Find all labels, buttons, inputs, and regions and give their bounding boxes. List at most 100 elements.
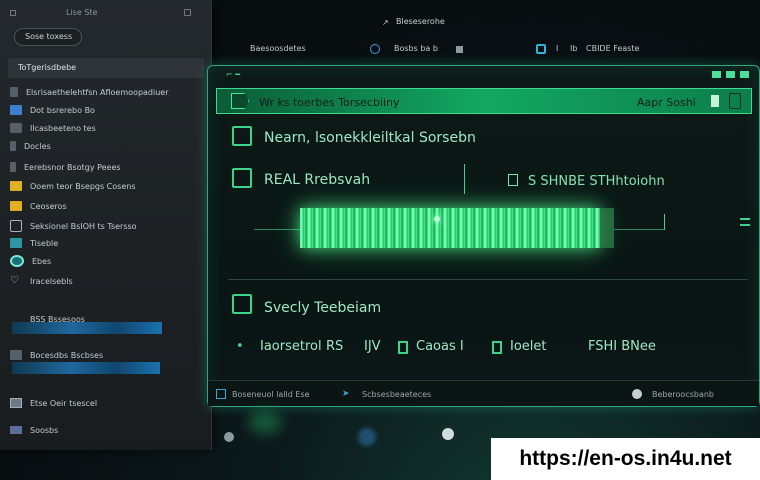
header-bar: Wr ks toerbes Torsecbiiny Aapr Soshi	[216, 88, 752, 114]
toggle-indicator[interactable]	[711, 95, 719, 107]
folder-icon	[10, 398, 22, 408]
sidebar-item-label: Ebes	[32, 256, 52, 266]
topbar-item-1[interactable]: Bosbs ba b	[394, 44, 438, 53]
doc-icon	[10, 141, 16, 151]
stat-0: Iaorsetrol	[260, 339, 322, 354]
signal-progress-end	[600, 208, 614, 248]
sidebar-wave-graphic	[12, 322, 162, 334]
sidebar-item-label: Docles	[24, 141, 51, 151]
sidebar-item-4[interactable]: Eerebsnor Bsotgy Peees	[10, 160, 121, 174]
sidebar-section-header[interactable]: ToTgerisdbebe	[8, 58, 204, 78]
window-menu-icon[interactable]: ⌐ ━	[226, 70, 266, 79]
sidebar-item-10[interactable]: ♡ Iracelsebls	[10, 274, 73, 288]
bokeh-light	[248, 410, 282, 434]
signal-progress-bar	[300, 208, 600, 248]
square-icon	[492, 341, 502, 354]
minimize-icon[interactable]	[712, 71, 721, 78]
heart-icon: ♡	[10, 275, 19, 286]
stat-2: IJV	[364, 339, 381, 354]
sidebar-item-1[interactable]: Dot bsrerebo Bo	[10, 103, 95, 117]
sidebar-item-12[interactable]: Bocesdbs Bscbses	[10, 348, 103, 362]
folder-icon[interactable]	[456, 46, 463, 53]
sidebar-item-13[interactable]: Etse Oeir tsescel	[10, 396, 97, 410]
sidebar-item-2[interactable]: Ilcasbeeteno tes	[10, 121, 96, 135]
sidebar-item-label: Ceoseros	[30, 201, 67, 211]
sidebar-item-5[interactable]: Ooem teor Bsepgs Cosens	[10, 179, 136, 193]
stat-1: RS	[326, 339, 344, 354]
sidebar-wave-graphic	[12, 362, 160, 374]
globe-icon[interactable]	[632, 389, 642, 399]
window-status-bar: Boseneuol lalld Ese ➤ Scbsesbeaeteces Be…	[208, 380, 759, 406]
sidebar-item-6[interactable]: Ceoseros	[10, 199, 67, 213]
header-checkbox[interactable]	[729, 93, 741, 109]
marker-line	[464, 164, 465, 194]
shield-icon[interactable]	[536, 44, 546, 54]
monitor-icon	[10, 220, 22, 232]
maximize-icon[interactable]	[726, 71, 735, 78]
sidebar-item-8[interactable]: Tiseble	[10, 236, 58, 250]
menu-icon[interactable]	[10, 10, 16, 16]
sidebar-item-label: Ilcasbeeteno tes	[30, 123, 96, 133]
sidebar-top-label: Lise Ste	[66, 8, 98, 17]
checkbox-row-2[interactable]	[232, 168, 252, 188]
row-3-label: Svecly Teebeiam	[264, 300, 382, 316]
folder-icon	[10, 123, 22, 133]
close-icon[interactable]	[740, 71, 749, 78]
checkbox-row-3[interactable]	[232, 294, 252, 314]
guide-line	[254, 229, 300, 230]
watermark-url: https://en-os.in4u.net	[491, 438, 760, 480]
row-1-label: Nearn, lsonekkleiltkal Sorsebn	[264, 130, 476, 146]
marker-line	[664, 214, 665, 230]
user-icon	[10, 162, 16, 172]
cloud-icon	[10, 255, 24, 267]
app-icon[interactable]	[216, 389, 226, 399]
chart-icon	[10, 350, 22, 360]
window-title: Bleseserohe	[396, 17, 445, 26]
window-icon	[10, 105, 22, 115]
sidebar-item-label: Etse Oeir tsescel	[30, 398, 98, 408]
sidebar-item-label: Eerebsnor Bsotgy Peees	[24, 162, 121, 172]
menu-icon[interactable]	[740, 218, 750, 226]
sidebar-item-7[interactable]: Seksionel BsIOH ts Tsersso	[10, 219, 137, 233]
topbar-item-3[interactable]: Ib	[570, 44, 577, 53]
sidebar-item-9[interactable]: Ebes	[10, 254, 51, 268]
sidebar-item-label: Iracelsebls	[30, 276, 73, 286]
sidebar-item-label: Ooem teor Bsepgs Cosens	[30, 181, 136, 191]
folder-icon	[10, 181, 22, 191]
file-icon	[10, 201, 22, 211]
stat-4: Ioelet	[510, 339, 547, 354]
list-icon	[10, 426, 22, 434]
sidebar-search-pill[interactable]: Sose toxess	[14, 28, 82, 46]
info-icon	[10, 238, 22, 248]
bokeh-light	[358, 428, 376, 446]
status-bar-item-2[interactable]: Beberoocsbanb	[652, 390, 714, 399]
app-logo-icon: ↗	[382, 18, 389, 27]
header-status: Aapr Soshi	[637, 96, 696, 109]
main-window: ⌐ ━ Wr ks toerbes Torsecbiiny Aapr Soshi…	[207, 65, 760, 407]
topbar-item-0[interactable]: Baesoosdetes	[250, 44, 306, 53]
status-bar-item-1[interactable]: Scbsesbeaeteces	[362, 390, 431, 399]
sidebar-item-label: Elsrisaethelehtfsn Afloemoopadiuer	[26, 87, 169, 97]
sidebar-item-3[interactable]: Docles	[10, 139, 51, 153]
progress-knob[interactable]	[434, 216, 440, 222]
sidebar-item-14[interactable]: Soosbs	[10, 423, 58, 437]
arrow-icon[interactable]: ➤	[342, 389, 352, 399]
sidebar-item-label: Soosbs	[30, 425, 59, 435]
checkbox-row-1[interactable]	[232, 126, 252, 146]
window-icon[interactable]	[184, 9, 191, 16]
row-2-label: REAL Rrebsvah	[264, 172, 371, 188]
globe-icon[interactable]	[370, 44, 380, 54]
flag-icon	[231, 93, 249, 109]
sidebar-item-0[interactable]: Elsrisaethelehtfsn Afloemoopadiuer	[10, 85, 169, 99]
sidebar: Lise Ste Sose toxess ToTgerisdbebe Elsri…	[0, 0, 212, 450]
stat-5: FSHI BNee	[588, 339, 656, 354]
divider	[228, 279, 748, 280]
guide-line	[614, 229, 664, 230]
bokeh-light	[442, 428, 454, 440]
topbar-item-4[interactable]: CBIDE Feaste	[586, 44, 639, 53]
status-bar-item-0[interactable]: Boseneuol lalld Ese	[232, 390, 310, 399]
topbar-item-2[interactable]: I	[556, 44, 558, 53]
status-readout: S SHNBE STHhtoiohn	[528, 174, 665, 189]
bullet-icon: •	[236, 339, 244, 354]
sidebar-item-label: Dot bsrerebo Bo	[30, 105, 95, 115]
